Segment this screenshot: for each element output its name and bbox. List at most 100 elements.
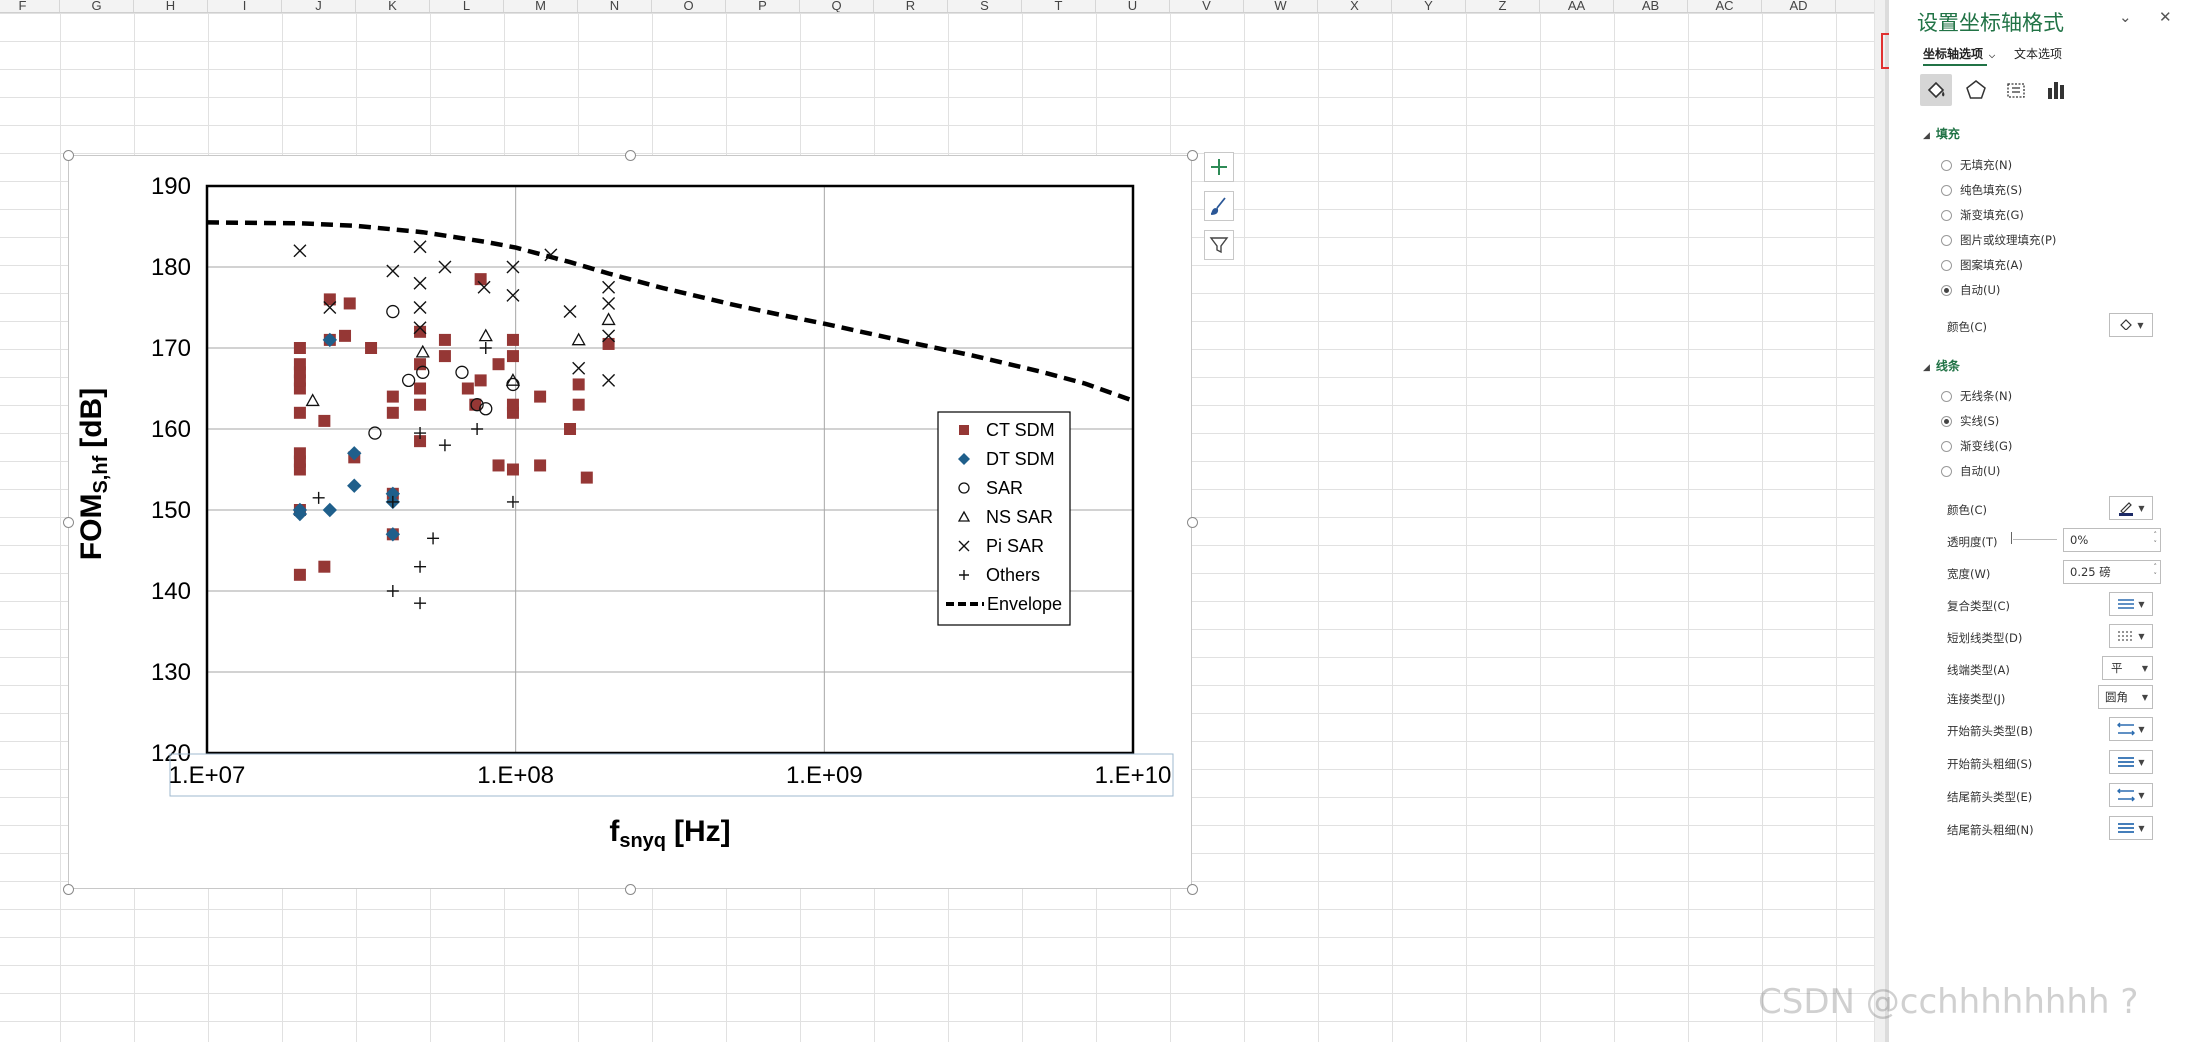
column-header-aa[interactable]: AA — [1540, 0, 1614, 12]
data-point-plus — [312, 491, 325, 504]
tab-axis-options[interactable]: 坐标轴选项 ⌵ — [1923, 45, 1995, 62]
column-header-z[interactable]: Z — [1466, 0, 1540, 12]
chart-resize-handle[interactable] — [63, 517, 74, 528]
fill-line-tab[interactable] — [1920, 74, 1952, 106]
x-tick-label: 1.E+08 — [477, 762, 554, 789]
column-header-f[interactable]: F — [0, 0, 60, 12]
chart-resize-handle[interactable] — [625, 150, 636, 161]
chart-resize-handle[interactable] — [1187, 517, 1198, 528]
line-section-header[interactable]: ◢ 线条 — [1923, 357, 1960, 374]
column-header-k[interactable]: K — [356, 0, 430, 12]
chart-resize-handle[interactable] — [63, 150, 74, 161]
chart-resize-handle[interactable] — [63, 884, 74, 895]
radio-button[interactable] — [1941, 234, 1952, 246]
radio-button[interactable] — [1941, 159, 1952, 171]
worksheet-grid[interactable]: F G H I J K L M N O P Q R S T U V W X Y Z AA AB AC AD 120 130 140 1… — [0, 0, 1885, 1042]
cap-type-label: 线端类型(A) — [1947, 663, 2010, 677]
effects-tab[interactable] — [1960, 74, 1992, 106]
line-option-0[interactable]: 无线条(N) — [1941, 388, 2012, 404]
fill-option-1[interactable]: 纯色填充(S) — [1941, 182, 2022, 198]
chart-object[interactable]: 120 130 140 150 160 170 180 190 1.E+07 1.E+08 1.E… — [63, 150, 1198, 895]
column-header-r[interactable]: R — [874, 0, 948, 12]
chart-filters-button[interactable] — [1204, 230, 1234, 260]
radio-button[interactable] — [1941, 390, 1952, 402]
width-spinner[interactable]: 0.25 磅 ˄ ˅ — [2063, 560, 2161, 584]
active-tab-underline — [1923, 64, 1987, 66]
column-header-i[interactable]: I — [208, 0, 282, 12]
fill-section-header[interactable]: ◢ 填充 — [1923, 125, 1960, 142]
fill-option-3[interactable]: 图片或纹理填充(P) — [1941, 232, 2056, 248]
column-header-m[interactable]: M — [504, 0, 578, 12]
data-point-square — [534, 459, 547, 472]
transparency-slider-track[interactable] — [2013, 539, 2057, 540]
fill-option-4[interactable]: 图案填充(A) — [1941, 257, 2023, 273]
column-header-ac[interactable]: AC — [1688, 0, 1762, 12]
end-arrow-size-button[interactable]: ▼ — [2109, 816, 2153, 840]
dash-type-button[interactable]: ▼ — [2109, 624, 2153, 648]
vertical-scrollbar[interactable] — [1874, 0, 1885, 1042]
fill-option-label: 图案填充(A) — [1960, 258, 2023, 272]
cap-type-dropdown[interactable]: 平 ▼ — [2102, 656, 2153, 680]
line-option-1[interactable]: 实线(S) — [1941, 413, 1999, 429]
column-header-g[interactable]: G — [60, 0, 134, 12]
column-header-x[interactable]: X — [1318, 0, 1392, 12]
column-header-ab[interactable]: AB — [1614, 0, 1688, 12]
fill-option-0[interactable]: 无填充(N) — [1941, 157, 2012, 173]
begin-arrow-size-button[interactable]: ▼ — [2109, 750, 2153, 774]
spin-arrows-icon[interactable]: ˄ ˅ — [2154, 531, 2158, 549]
chevron-down-icon: ▼ — [2138, 631, 2145, 641]
chart-styles-button[interactable] — [1204, 191, 1234, 221]
spin-arrows-icon[interactable]: ˄ ˅ — [2154, 563, 2158, 581]
column-header-o[interactable]: O — [652, 0, 726, 12]
line-option-2[interactable]: 渐变线(G) — [1941, 438, 2012, 454]
column-header-p[interactable]: P — [726, 0, 800, 12]
chevron-down-icon: ▼ — [2138, 757, 2145, 767]
column-header-s[interactable]: S — [948, 0, 1022, 12]
close-icon[interactable]: ✕ — [2159, 8, 2172, 26]
chart-resize-handle[interactable] — [625, 884, 636, 895]
column-header-w[interactable]: W — [1244, 0, 1318, 12]
radio-button[interactable] — [1941, 465, 1952, 477]
compound-lines-icon — [2118, 599, 2135, 609]
transparency-spinner[interactable]: 0% ˄ ˅ — [2063, 528, 2161, 552]
chart-resize-handle[interactable] — [1187, 884, 1198, 895]
tab-text-options[interactable]: 文本选项 — [2014, 45, 2062, 62]
radio-button[interactable] — [1941, 284, 1952, 296]
radio-button[interactable] — [1941, 440, 1952, 452]
line-option-3[interactable]: 自动(U) — [1941, 463, 2000, 479]
radio-button[interactable] — [1941, 184, 1952, 196]
radio-button[interactable] — [1941, 259, 1952, 271]
column-header-l[interactable]: L — [430, 0, 504, 12]
column-header-ad[interactable]: AD — [1762, 0, 1836, 12]
fill-color-button[interactable]: ▼ — [2109, 313, 2153, 337]
radio-button[interactable] — [1941, 209, 1952, 221]
column-header-u[interactable]: U — [1096, 0, 1170, 12]
end-arrow-type-label: 结尾箭头类型(E) — [1947, 790, 2033, 804]
fill-option-5[interactable]: 自动(U) — [1941, 282, 2000, 298]
data-point-circle — [386, 304, 400, 319]
line-color-button[interactable]: ▼ — [2109, 496, 2153, 520]
column-header-t[interactable]: T — [1022, 0, 1096, 12]
column-header-j[interactable]: J — [282, 0, 356, 12]
transparency-slider-thumb[interactable] — [2011, 532, 2012, 544]
size-properties-tab[interactable] — [2000, 74, 2032, 106]
column-header-q[interactable]: Q — [800, 0, 874, 12]
column-header-y[interactable]: Y — [1392, 0, 1466, 12]
chart-resize-handle[interactable] — [1187, 150, 1198, 161]
begin-arrow-type-button[interactable]: ▼ — [2109, 717, 2153, 741]
join-type-dropdown[interactable]: 圆角 ▼ — [2098, 685, 2153, 709]
data-point-square — [492, 459, 505, 472]
chart-elements-button[interactable] — [1204, 152, 1234, 182]
column-header-n[interactable]: N — [578, 0, 652, 12]
compound-type-button[interactable]: ▼ — [2109, 592, 2153, 616]
axis-options-tab[interactable] — [2040, 74, 2072, 106]
pane-options-chevron-icon[interactable]: ⌄ — [2119, 8, 2132, 26]
radio-button[interactable] — [1941, 415, 1952, 427]
fill-option-2[interactable]: 渐变填充(G) — [1941, 207, 2024, 223]
data-point-diamond — [322, 502, 338, 518]
end-arrow-type-button[interactable]: ▼ — [2109, 783, 2153, 807]
column-header-h[interactable]: H — [134, 0, 208, 12]
legend-label: DT SDM — [986, 449, 1055, 469]
column-header-v[interactable]: V — [1170, 0, 1244, 12]
cap-type-value: 平 — [2111, 661, 2123, 675]
